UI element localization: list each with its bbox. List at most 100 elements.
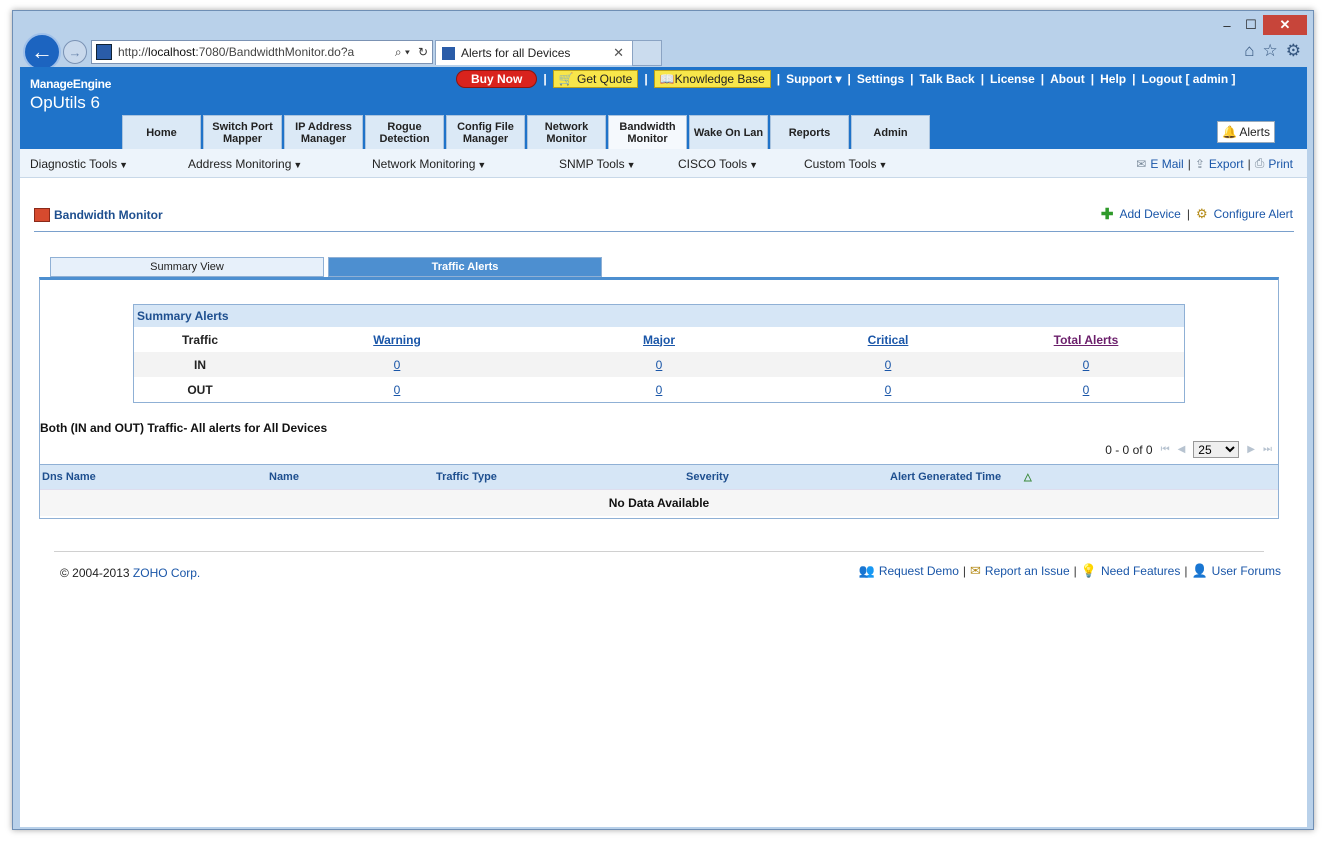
col-traffic: Traffic (181, 332, 218, 347)
zoho-link[interactable]: ZOHO Corp. (133, 566, 200, 580)
col-name[interactable]: Name (269, 471, 299, 483)
back-button[interactable]: ← (23, 33, 61, 71)
col-severity[interactable]: Severity (686, 471, 729, 483)
browser-window: – ☐ ✕ ← → http://localhost:7080/Bandwidt… (12, 10, 1314, 830)
menu-snmp-tools[interactable]: SNMP Tools ▼ (559, 157, 636, 171)
maximize-icon[interactable]: ☐ (1239, 15, 1263, 35)
in-critical-count[interactable]: 0 (790, 358, 986, 372)
top-links: Buy Now | 🛒 Get Quote | 📖Knowledge Base … (456, 70, 1235, 88)
menu-network-monitoring[interactable]: Network Monitoring ▼ (372, 157, 486, 171)
close-tab-icon[interactable]: ✕ (605, 45, 632, 61)
tab-bandwidth-monitor[interactable]: Bandwidth Monitor (608, 115, 687, 149)
col-total-alerts-link[interactable]: Total Alerts (986, 333, 1186, 347)
tab-network-monitor[interactable]: Network Monitor (527, 115, 606, 149)
browser-toolbar-icons: ⌂ ☆ ⚙ (1244, 41, 1301, 61)
tab-switch-port-mapper[interactable]: Switch Port Mapper (203, 115, 282, 149)
row-label: IN (194, 357, 206, 372)
forward-button[interactable]: → (63, 40, 87, 64)
menu-diagnostic-tools[interactable]: Diagnostic Tools ▼ (30, 157, 128, 171)
menu-cisco-tools[interactable]: CISCO Tools ▼ (678, 157, 758, 171)
tab-config-file-manager[interactable]: Config File Manager (446, 115, 525, 149)
copyright-text: © 2004-2013 (60, 566, 130, 580)
window-controls: – ☐ ✕ (1215, 15, 1307, 35)
tab-wake-on-lan[interactable]: Wake On Lan (689, 115, 768, 149)
col-warning-link[interactable]: Warning (266, 333, 528, 347)
separator: | (910, 72, 914, 86)
menu-address-monitoring[interactable]: Address Monitoring ▼ (188, 157, 302, 171)
site-favicon-icon (96, 44, 112, 60)
col-critical-link[interactable]: Critical (790, 333, 986, 347)
search-icon[interactable]: ⌕ ▾ (391, 45, 414, 60)
tab-reports[interactable]: Reports (770, 115, 849, 149)
help-link[interactable]: Help (1100, 72, 1126, 86)
minimize-icon[interactable]: – (1215, 15, 1239, 35)
in-major-count[interactable]: 0 (528, 358, 790, 372)
gear-icon[interactable]: ⚙ (1286, 41, 1301, 61)
col-dns-name[interactable]: Dns Name (42, 471, 96, 483)
out-total-count[interactable]: 0 (986, 383, 1186, 397)
about-link[interactable]: About (1050, 72, 1085, 86)
add-icon: ✚ (1100, 206, 1114, 223)
report-issue-link[interactable]: Report an Issue (985, 564, 1070, 578)
col-alert-generated-time[interactable]: Alert Generated Time (890, 471, 1001, 483)
settings-link[interactable]: Settings (857, 72, 904, 86)
request-demo-icon: 👥 (858, 563, 875, 578)
alerts-button[interactable]: 🔔 Alerts (1217, 121, 1275, 143)
tab-admin[interactable]: Admin (851, 115, 930, 149)
out-critical-count[interactable]: 0 (790, 383, 986, 397)
buy-now-button[interactable]: Buy Now (456, 70, 538, 88)
support-menu[interactable]: Support ▾ (786, 72, 841, 86)
app-header: ManageEngine OpUtils 6 Buy Now | 🛒 Get Q… (20, 67, 1307, 149)
add-device-link[interactable]: Add Device (1119, 207, 1180, 221)
home-icon[interactable]: ⌂ (1244, 41, 1254, 61)
close-window-icon[interactable]: ✕ (1263, 15, 1307, 35)
all-alerts-title: Both (IN and OUT) Traffic- All alerts fo… (40, 421, 328, 435)
favorites-star-icon[interactable]: ☆ (1263, 41, 1278, 61)
email-icon: ✉ (1136, 156, 1147, 171)
talk-back-link[interactable]: Talk Back (920, 72, 975, 86)
footer-links: 👥 Request Demo | ✉ Report an Issue | 💡 N… (859, 563, 1281, 579)
summary-alerts-table: Summary Alerts Traffic Warning Major Cri… (133, 304, 1185, 403)
logo-product[interactable]: OpUtils 6 (30, 93, 100, 113)
col-major-link[interactable]: Major (528, 333, 790, 347)
request-demo-link[interactable]: Request Demo (879, 564, 959, 578)
out-major-count[interactable]: 0 (528, 383, 790, 397)
tab-ip-address-manager[interactable]: IP Address Manager (284, 115, 363, 149)
license-link[interactable]: License (990, 72, 1035, 86)
summary-row-in: IN 0 0 0 0 (134, 352, 1184, 377)
logout-link[interactable]: Logout [ admin ] (1142, 72, 1236, 86)
user-forums-link[interactable]: User Forums (1212, 564, 1281, 578)
tab-summary-view[interactable]: Summary View (50, 257, 324, 277)
knowledge-base-button[interactable]: 📖Knowledge Base (653, 70, 771, 88)
next-page-icon[interactable]: ▶ (1247, 444, 1255, 455)
address-url[interactable]: http://localhost:7080/BandwidthMonitor.d… (118, 45, 391, 59)
refresh-icon[interactable]: ↻ (414, 45, 432, 59)
separator: | (1187, 156, 1191, 171)
prev-page-icon[interactable]: ◀ (1178, 444, 1186, 455)
configure-alert-link[interactable]: Configure Alert (1214, 207, 1293, 221)
get-quote-button[interactable]: 🛒 Get Quote (552, 70, 639, 88)
menu-custom-tools[interactable]: Custom Tools ▼ (804, 157, 887, 171)
browser-tab-active[interactable]: Alerts for all Devices ✕ (435, 40, 633, 65)
email-link[interactable]: E Mail (1150, 157, 1183, 171)
tab-traffic-alerts[interactable]: Traffic Alerts (328, 257, 602, 277)
need-features-link[interactable]: Need Features (1101, 564, 1180, 578)
logo-brand[interactable]: ManageEngine (30, 77, 111, 91)
col-traffic-type[interactable]: Traffic Type (436, 471, 497, 483)
in-warning-count[interactable]: 0 (266, 358, 528, 372)
tab-home[interactable]: Home (122, 115, 201, 149)
page-actions: ✚ Add Device | ⚙ Configure Alert (1101, 205, 1293, 223)
out-warning-count[interactable]: 0 (266, 383, 528, 397)
page-size-select[interactable]: 25 (1193, 441, 1240, 458)
first-page-icon[interactable]: ⏮ (1161, 444, 1170, 455)
tab-rogue-detection[interactable]: Rogue Detection (365, 115, 444, 149)
new-tab-button[interactable] (632, 40, 662, 66)
last-page-icon[interactable]: ⏭ (1263, 444, 1272, 455)
address-bar[interactable]: http://localhost:7080/BandwidthMonitor.d… (91, 40, 433, 64)
footer-divider (54, 551, 1264, 552)
in-total-count[interactable]: 0 (986, 358, 1186, 372)
export-link[interactable]: Export (1209, 157, 1244, 171)
separator: | (1132, 72, 1136, 86)
print-link[interactable]: Print (1268, 157, 1293, 171)
sort-ascending-icon[interactable]: △ (1024, 472, 1032, 483)
